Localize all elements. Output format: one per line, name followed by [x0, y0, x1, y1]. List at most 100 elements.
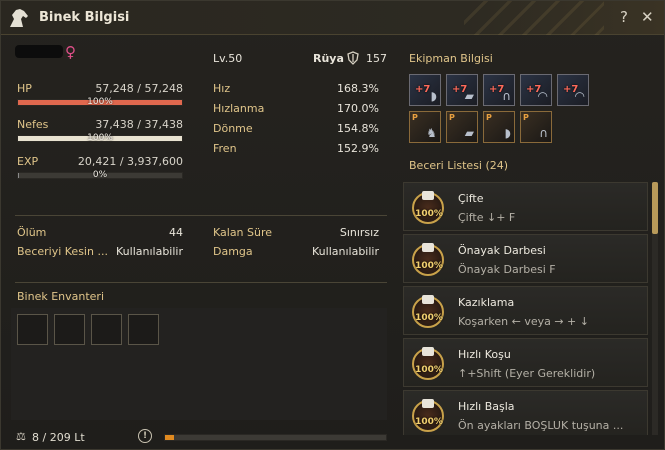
vital-label: HP	[17, 82, 32, 95]
skill-tag-icon	[422, 399, 434, 408]
skill-icon: 100%	[412, 347, 444, 380]
vital-label: EXP	[17, 155, 39, 168]
skill-item[interactable]: 100% Önayak Darbesi Önayak Darbesi F	[403, 234, 648, 283]
pearl-tag: P	[523, 113, 529, 122]
vital-percent: 100%	[87, 97, 113, 107]
skills-title: Beceri Listesi (24)	[409, 159, 509, 172]
equipment-slot[interactable]: +7 ◗	[409, 74, 441, 106]
skill-change-label: Beceriyi Kesin ...	[17, 245, 108, 258]
skill-description: Önayak Darbesi F	[458, 263, 556, 276]
horse-head-icon: ♞	[426, 126, 437, 140]
equipment-slot[interactable]: +7 ◠	[520, 74, 552, 106]
equipment-slot[interactable]: P ▰	[446, 111, 478, 143]
equipment-slot[interactable]: +7 ∩	[483, 74, 515, 106]
horseshoe-icon: ◠	[574, 89, 585, 103]
inventory-slot[interactable]	[91, 314, 122, 345]
movement-value: 152.9%	[337, 142, 379, 155]
skill-tag-icon	[422, 347, 434, 356]
vital-label: Nefes	[17, 118, 49, 131]
skill-tag-icon	[422, 295, 434, 304]
inventory-progress-fill	[165, 435, 174, 440]
skill-item[interactable]: 100% Çifte Çifte ↓+ F	[403, 182, 648, 231]
skill-name: Hızlı Koşu	[458, 348, 511, 361]
movement-label: Hız	[213, 82, 231, 95]
skill-change-value: Kullanılabilir	[116, 245, 183, 258]
skill-name: Önayak Darbesi	[458, 244, 546, 257]
equipment-slot[interactable]: P ♞	[409, 111, 441, 143]
skill-percent: 100%	[415, 313, 443, 323]
stirrups-icon: ∩	[539, 126, 548, 140]
scrollbar-thumb[interactable]	[652, 182, 658, 234]
skill-icon: 100%	[412, 295, 444, 328]
skill-percent: 100%	[415, 417, 443, 427]
equipment-title: Ekipman Bilgisi	[409, 52, 493, 65]
skill-description: ↑+Shift (Eyer Gereklidir)	[458, 367, 596, 380]
pearl-tag: P	[486, 113, 492, 122]
inventory-progress-bar	[164, 434, 387, 441]
vital-value: 37,438 / 37,438	[95, 118, 183, 131]
remaining-time-value: Sınırsız	[339, 226, 379, 239]
equipment-slot[interactable]: +7 ◠	[557, 74, 589, 106]
title-decoration	[464, 1, 604, 35]
skill-item[interactable]: 100% Kazıklama Koşarken ← veya → + ↓	[403, 286, 648, 335]
equipment-slot[interactable]: P ◗	[483, 111, 515, 143]
window-title: Binek Bilgisi	[39, 10, 130, 25]
close-button[interactable]: ✕	[641, 8, 654, 26]
gender-icon: ♀	[65, 43, 76, 61]
movement-value: 170.0%	[337, 102, 379, 115]
skill-scrollbar[interactable]	[652, 182, 658, 435]
skill-icon: 100%	[412, 243, 444, 276]
equipment-slot[interactable]: P ∩	[520, 111, 552, 143]
skill-tag-icon	[422, 191, 434, 200]
horse-icon	[10, 9, 28, 27]
grade-value: 157	[366, 52, 387, 65]
horse-info-window: Binek Bilgisi ? ✕ ♀ HP 57,248 / 57,248 1…	[0, 0, 665, 450]
skill-item[interactable]: 100% Hızlı Koşu ↑+Shift (Eyer Gereklidir…	[403, 338, 648, 387]
equipment-slot[interactable]: +7 ▰	[446, 74, 478, 106]
inventory-slot[interactable]	[17, 314, 48, 345]
level: Lv.50	[213, 52, 243, 65]
skill-description: Çifte ↓+ F	[458, 211, 516, 224]
skill-name: Kazıklama	[458, 296, 515, 309]
title-bar[interactable]: Binek Bilgisi ? ✕	[1, 1, 664, 35]
vital-percent: 0%	[92, 170, 108, 180]
barding-icon: ▰	[464, 126, 474, 140]
death-count-value: 44	[169, 226, 183, 239]
skill-description: Ön ayakları BOŞLUK tuşuna ...	[458, 419, 624, 432]
help-button[interactable]: ?	[620, 8, 628, 26]
skill-list: 100% Çifte Çifte ↓+ F 100% Önayak Darbes…	[403, 178, 661, 435]
movement-label: Hızlanma	[213, 102, 265, 115]
weight-icon: ⚖	[16, 430, 26, 443]
enhancement-level: +7	[415, 84, 431, 95]
movement-label: Dönme	[213, 122, 253, 135]
skill-description: Koşarken ← veya → + ↓	[458, 315, 589, 328]
inventory-weight: 8 / 209 Lt	[32, 431, 85, 444]
skill-icon: 100%	[412, 191, 444, 224]
skill-item[interactable]: 100% Hızlı Başla Ön ayakları BOŞLUK tuşu…	[403, 390, 648, 435]
vital-value: 20,421 / 3,937,600	[77, 155, 183, 168]
saddle-icon: ◗	[430, 89, 437, 103]
alert-icon[interactable]: !	[138, 429, 152, 443]
horseshoe-icon: ◠	[537, 89, 548, 103]
death-count-label: Ölüm	[17, 226, 47, 239]
grade-label: Rüya	[313, 52, 344, 65]
stirrups-icon: ∩	[502, 89, 511, 103]
pearl-tag: P	[449, 113, 455, 122]
skill-percent: 100%	[415, 365, 443, 375]
pearl-tag: P	[412, 113, 418, 122]
inventory-slot[interactable]	[128, 314, 159, 345]
movement-value: 154.8%	[337, 122, 379, 135]
horse-name-censored	[15, 45, 63, 58]
vital-percent: 100%	[87, 133, 113, 143]
barding-icon: ▰	[464, 89, 474, 103]
skill-percent: 100%	[415, 261, 443, 271]
vital-value: 57,248 / 57,248	[95, 82, 183, 95]
inventory-title: Binek Envanteri	[17, 290, 105, 303]
skill-name: Çifte	[458, 192, 484, 205]
shield-icon	[347, 51, 359, 65]
saddle-icon: ◗	[504, 126, 511, 140]
inventory-area	[11, 308, 387, 420]
inventory-slot[interactable]	[54, 314, 85, 345]
skill-icon: 100%	[412, 399, 444, 432]
remaining-time-label: Kalan Süre	[213, 226, 273, 239]
